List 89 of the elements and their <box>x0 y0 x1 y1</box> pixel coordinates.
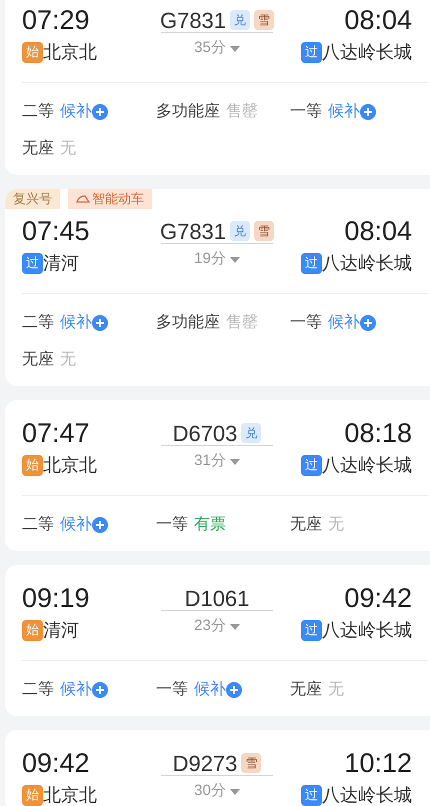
seat-class: 无座 <box>22 350 54 370</box>
train-badge: 雪 <box>241 753 262 773</box>
plus-icon[interactable] <box>92 682 108 698</box>
caret-icon <box>230 458 240 464</box>
seat-status: 候补 <box>328 312 360 332</box>
arrive-station: 八达岭长城 <box>322 252 412 274</box>
plus-icon[interactable] <box>92 104 108 120</box>
seat-status: 无 <box>328 680 344 700</box>
station-badge: 始 <box>22 784 43 806</box>
arrive-time: 08:04 <box>343 214 412 248</box>
seat-status: 无 <box>60 138 76 158</box>
station-badge: 始 <box>22 620 43 640</box>
arrive-station: 八达岭长城 <box>322 454 412 476</box>
seat-status: 候补 <box>60 312 92 332</box>
depart-station: 北京北 <box>43 454 97 476</box>
seat-class: 一等 <box>290 312 322 332</box>
train-number: G7831 <box>160 6 226 34</box>
train-card[interactable]: 09:19 D1061 09:42 始 清河 23分 过 八达岭长城 二等 候补 一等 候补 无座 无 <box>5 565 430 716</box>
station-badge: 始 <box>22 42 43 62</box>
train-badge: 兑 <box>241 423 262 443</box>
station-badge: 过 <box>22 252 43 274</box>
depart-time: 09:42 <box>22 746 91 780</box>
seat-status: 候补 <box>60 514 92 534</box>
caret-icon <box>230 788 240 794</box>
depart-station: 清河 <box>43 618 79 642</box>
seat-class: 多功能座 <box>156 312 220 332</box>
train-badge: 兑 <box>230 221 250 241</box>
seat-status: 候补 <box>194 680 226 700</box>
seat-status: 候补 <box>60 680 92 700</box>
train-card[interactable]: 复兴号 智能动车 07:45 G7831 兑 雪 08:04 过 清河 19分 过 八达岭长城 二等 候补 多功能座 售罄 一等 候补 无座 无 <box>5 189 430 386</box>
seat-class: 二等 <box>22 102 54 122</box>
station-badge: 过 <box>301 454 322 476</box>
train-card[interactable]: 07:29 G7831 兑 雪 08:04 始 北京北 35分 过 八达岭长城 二等 候补 多功能座 售罄 一等 候补 无座 无 <box>5 0 430 175</box>
train-tag: 智能动车 <box>68 189 152 209</box>
arrive-station: 八达岭长城 <box>322 784 412 806</box>
arrive-station: 八达岭长城 <box>322 618 412 642</box>
depart-station: 北京北 <box>43 40 97 64</box>
seat-status: 无 <box>328 514 344 534</box>
seat-status: 售罄 <box>226 102 258 122</box>
seat-class: 无座 <box>22 138 54 158</box>
caret-icon <box>230 256 240 262</box>
train-badge: 雪 <box>254 10 274 30</box>
seat-status: 候补 <box>60 102 92 122</box>
station-badge: 过 <box>301 42 322 62</box>
arrive-time: 09:42 <box>343 582 412 615</box>
depart-station: 北京北 <box>43 784 97 806</box>
arrive-time: 08:04 <box>343 4 412 37</box>
plus-icon[interactable] <box>92 314 108 330</box>
depart-time: 07:29 <box>22 4 91 37</box>
depart-time: 07:47 <box>22 416 91 450</box>
seat-class: 一等 <box>156 680 188 700</box>
plus-icon[interactable] <box>226 682 242 698</box>
train-icon <box>76 195 90 203</box>
train-number: G7831 <box>160 218 226 246</box>
train-number: D9273 <box>172 750 238 778</box>
seat-class: 一等 <box>290 102 322 122</box>
train-badge: 雪 <box>254 221 274 241</box>
seat-class: 二等 <box>22 680 54 700</box>
seat-class: 无座 <box>290 514 322 534</box>
caret-icon <box>230 624 240 630</box>
seat-class: 二等 <box>22 514 54 534</box>
train-number: D6703 <box>172 420 238 448</box>
station-badge: 始 <box>22 454 43 476</box>
station-badge: 过 <box>301 784 322 806</box>
arrive-time: 10:12 <box>343 746 412 780</box>
seat-class: 无座 <box>290 680 322 700</box>
seat-class: 一等 <box>156 514 188 534</box>
train-number: D1061 <box>184 584 250 612</box>
plus-icon[interactable] <box>92 516 108 532</box>
depart-time: 07:45 <box>22 214 91 248</box>
depart-time: 09:19 <box>22 582 91 615</box>
depart-station: 清河 <box>43 252 79 274</box>
train-badge: 兑 <box>230 10 250 30</box>
seat-status: 无 <box>60 350 76 370</box>
seat-status: 候补 <box>328 102 360 122</box>
station-badge: 过 <box>301 252 322 274</box>
train-card[interactable]: 07:47 D6703 兑 08:18 始 北京北 31分 过 八达岭长城 二等 候补 一等 有票 无座 无 <box>5 400 430 551</box>
plus-icon[interactable] <box>360 104 376 120</box>
arrive-station: 八达岭长城 <box>322 40 412 64</box>
train-tag: 复兴号 <box>5 189 60 209</box>
seat-status: 售罄 <box>226 312 258 332</box>
plus-icon[interactable] <box>360 314 376 330</box>
seat-class: 二等 <box>22 312 54 332</box>
train-card[interactable]: 09:42 D9273 雪 10:12 始 北京北 30分 过 八达岭长城 <box>5 730 430 806</box>
station-badge: 过 <box>301 620 322 640</box>
caret-icon <box>230 46 240 52</box>
seat-status: 有票 <box>194 514 226 534</box>
seat-class: 多功能座 <box>156 102 220 122</box>
arrive-time: 08:18 <box>343 416 412 450</box>
